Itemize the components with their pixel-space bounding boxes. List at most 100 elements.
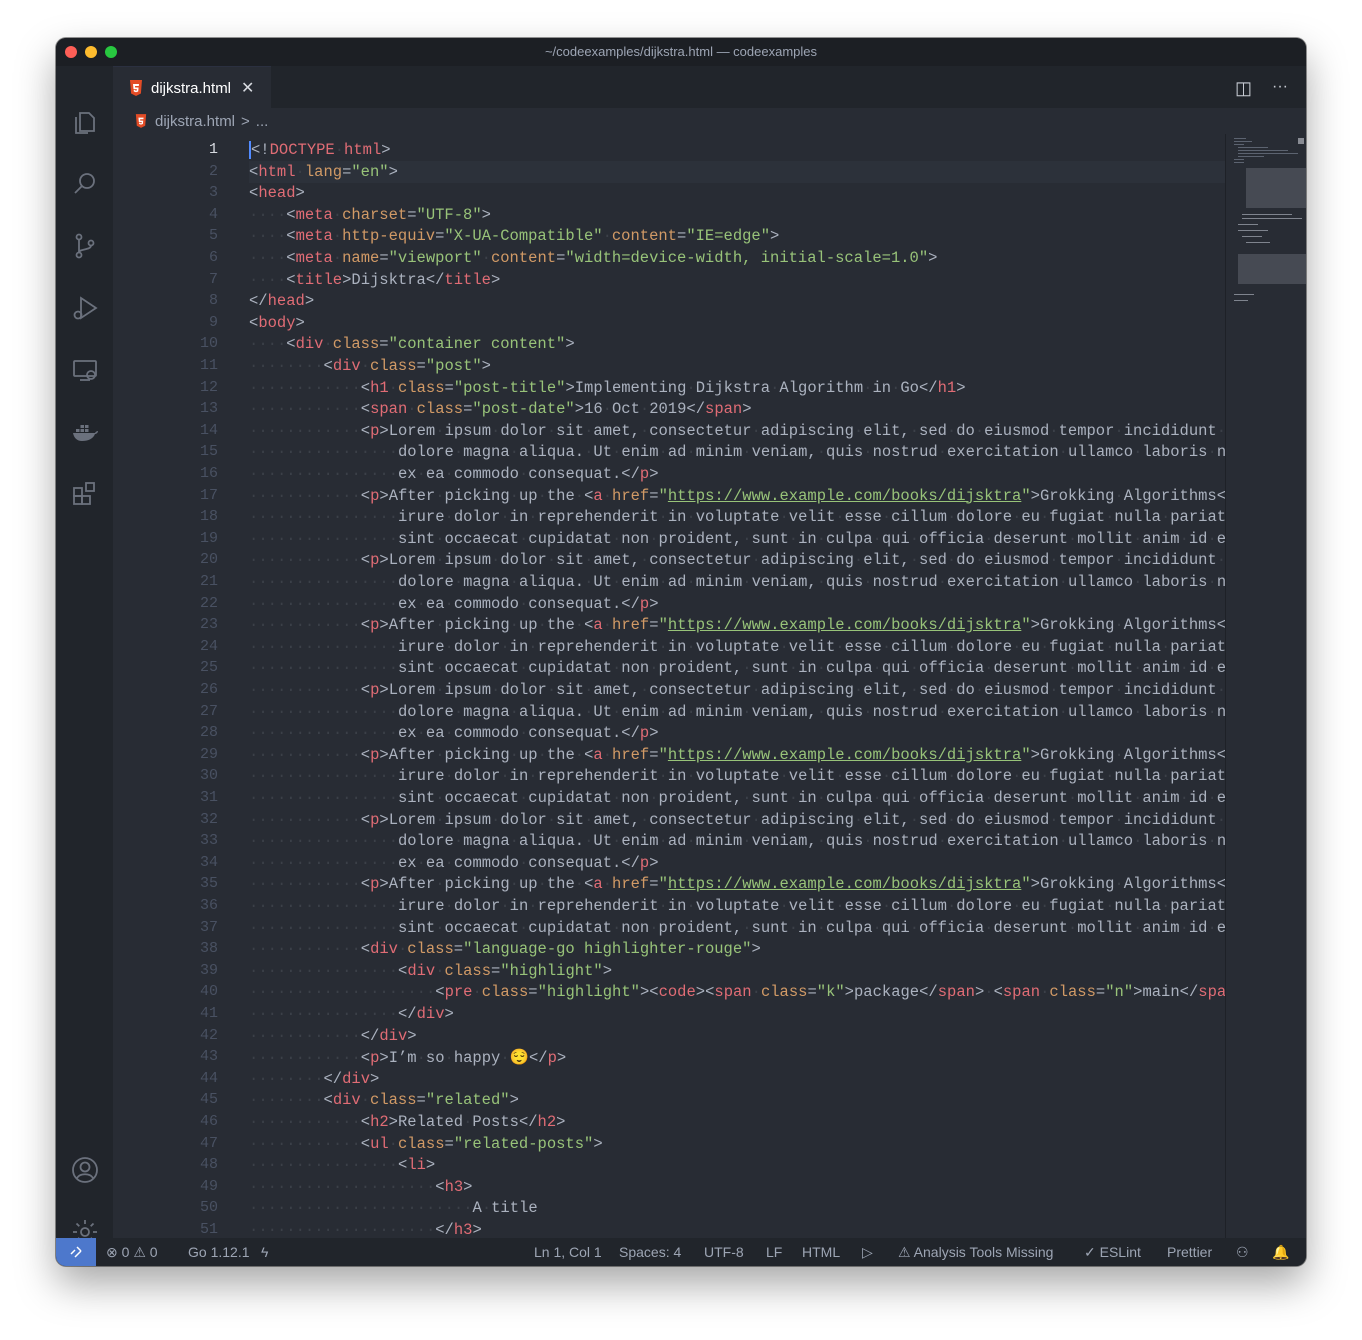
- line-number: 3: [208, 184, 218, 202]
- line-number: 19: [199, 529, 218, 547]
- code-line: ········<div·class="post">: [249, 357, 491, 375]
- indentation[interactable]: Spaces: 4: [619, 1238, 681, 1266]
- code-line: ············<span·class="post-date">16·O…: [249, 400, 752, 419]
- go-version[interactable]: Go 1.12.1: [188, 1238, 250, 1266]
- line-number: 38: [199, 940, 218, 958]
- account-icon[interactable]: [56, 1148, 113, 1192]
- line-number: 47: [199, 1134, 218, 1152]
- code-line: ················<div·class="highlight">: [249, 961, 612, 980]
- code-line: ············<h1·class="post-title">Imple…: [249, 378, 966, 397]
- code-line: ············<p>Lorem·ipsum·dolor·sit·ame…: [249, 810, 1225, 829]
- notifications-bell-icon[interactable]: 🔔: [1272, 1238, 1289, 1266]
- language-mode[interactable]: HTML: [802, 1238, 840, 1266]
- cursor-position[interactable]: Ln 1, Col 1: [534, 1238, 602, 1266]
- title-bar: ~/codeexamples/dijkstra.html — codeexamp…: [56, 38, 1306, 66]
- line-number: 2: [208, 162, 218, 180]
- line-number: 48: [199, 1156, 218, 1174]
- line-number: 5: [208, 227, 218, 245]
- code-line: ················sint·occaecat·cupidatat·…: [249, 918, 1225, 937]
- remote-indicator-icon[interactable]: [56, 1238, 96, 1266]
- source-control-icon[interactable]: [56, 224, 113, 268]
- html5-file-icon: [135, 114, 147, 128]
- code-line: ················dolore·magna·aliqua.·Ut·…: [249, 573, 1225, 591]
- code-line: ················ex·ea·commodo·consequat.…: [249, 724, 659, 743]
- close-tab-icon[interactable]: ✕: [241, 78, 254, 98]
- code-line: <body>: [249, 313, 305, 332]
- extensions-icon[interactable]: [56, 472, 113, 516]
- end-of-line[interactable]: LF: [766, 1238, 782, 1266]
- warning-icon: ⚠: [898, 1244, 914, 1260]
- line-number: 4: [208, 205, 218, 223]
- problems-indicator[interactable]: ⊗ 0 ⚠ 0: [106, 1238, 158, 1266]
- prettier-indicator[interactable]: Prettier: [1167, 1238, 1212, 1266]
- line-number: 39: [199, 961, 218, 979]
- search-icon[interactable]: [56, 162, 113, 206]
- code-line: ················irure·dolor·in·reprehend…: [249, 897, 1225, 915]
- encoding[interactable]: UTF-8: [704, 1238, 744, 1266]
- line-number: 15: [199, 443, 218, 461]
- code-line: ················irure·dolor·in·reprehend…: [249, 508, 1225, 527]
- error-icon: ⊗: [106, 1244, 118, 1260]
- breadcrumb-file[interactable]: dijkstra.html: [155, 113, 235, 130]
- line-number: 12: [199, 378, 218, 396]
- line-number: 21: [199, 573, 218, 590]
- analysis-label: Analysis Tools Missing: [913, 1244, 1054, 1260]
- code-line: <!DOCTYPE·html>: [249, 141, 391, 159]
- line-number: 24: [199, 637, 218, 655]
- line-number: 16: [199, 465, 218, 482]
- docker-icon[interactable]: [56, 410, 113, 454]
- files-icon[interactable]: [56, 100, 113, 144]
- code-line: ················sint·occaecat·cupidatat·…: [249, 789, 1225, 807]
- line-number: 29: [199, 745, 218, 763]
- code-line: ············</div>: [249, 1026, 417, 1045]
- line-number: 37: [199, 918, 218, 936]
- line-number: 11: [199, 357, 218, 374]
- code-line: ····<meta·http-equiv="X-UA-Compatible"·c…: [249, 227, 780, 246]
- code-line: ····<title>Dijsktra</title>: [249, 270, 501, 289]
- code-line: ················</div>: [249, 1005, 454, 1023]
- more-actions-icon[interactable]: ···: [1272, 78, 1288, 99]
- live-share-icon[interactable]: ⚇: [1236, 1238, 1249, 1266]
- line-number: 50: [199, 1199, 218, 1217]
- code-line: <html·lang="en">: [249, 162, 398, 181]
- code-line: ····················</h3>: [249, 1221, 482, 1238]
- tab-dijkstra-html[interactable]: dijkstra.html ✕: [113, 66, 271, 109]
- code-line: ········</div>: [249, 1069, 380, 1088]
- line-number: 25: [199, 659, 218, 677]
- lightning-icon: ϟ: [261, 1244, 269, 1260]
- feedback-icon[interactable]: ▷: [862, 1238, 873, 1266]
- line-number: 40: [199, 983, 218, 1001]
- breadcrumb-symbols[interactable]: ...: [256, 113, 269, 130]
- activity-bar: [56, 66, 113, 1244]
- code-line: ········<div·class="related">: [249, 1091, 519, 1110]
- code-line: ····<meta·charset="UTF-8">: [249, 205, 491, 224]
- code-line: <head>: [249, 184, 305, 203]
- line-number: 7: [208, 270, 218, 288]
- line-number: 30: [199, 767, 218, 785]
- analysis-tools-indicator[interactable]: ⚠ Analysis Tools Missing: [898, 1238, 1053, 1266]
- code-line: ················dolore·magna·aliqua.·Ut·…: [249, 832, 1225, 851]
- minimap-scrollbar[interactable]: [1298, 138, 1304, 144]
- code-line: ············<p>After·picking·up·the·<a·h…: [249, 745, 1225, 764]
- line-number: 18: [199, 508, 218, 526]
- line-number: 51: [199, 1221, 218, 1238]
- eslint-indicator[interactable]: ✓ ESLint: [1084, 1238, 1141, 1266]
- line-number: 42: [199, 1026, 218, 1044]
- editor-area: dijkstra.html ✕ ◫ ··· dijkstra.html > ..…: [113, 66, 1306, 1238]
- split-editor-icon[interactable]: ◫: [1235, 78, 1252, 99]
- remote-explorer-icon[interactable]: [56, 348, 113, 392]
- line-number: 46: [199, 1113, 218, 1130]
- check-icon: ✓: [1084, 1244, 1100, 1260]
- line-number: 28: [199, 724, 218, 742]
- run-debug-icon[interactable]: [56, 286, 113, 330]
- minimap[interactable]: [1225, 134, 1306, 1238]
- breadcrumb: dijkstra.html > ...: [113, 108, 1306, 134]
- tab-bar: dijkstra.html ✕ ◫ ···: [113, 66, 1306, 109]
- line-number: 13: [199, 400, 218, 418]
- line-number: 17: [199, 486, 218, 504]
- code-line: ····················<h3>: [249, 1177, 473, 1196]
- line-number: 34: [199, 853, 218, 871]
- line-number: 8: [208, 292, 218, 310]
- tab-label: dijkstra.html: [151, 79, 232, 97]
- code-editor[interactable]: <!DOCTYPE·html> <html·lang="en"> <head> ···…: [249, 134, 1225, 1238]
